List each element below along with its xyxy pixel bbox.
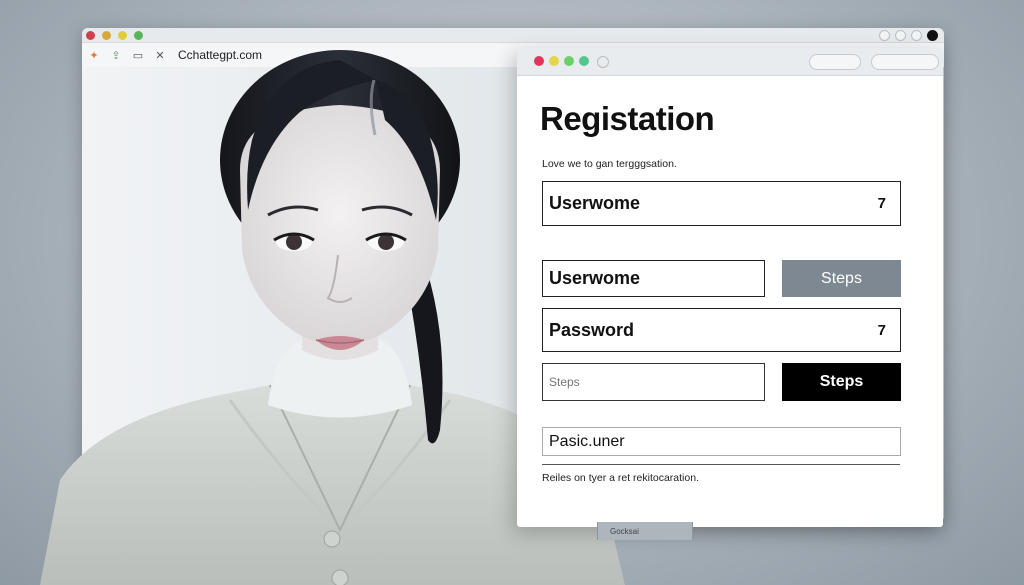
steps-button-black[interactable]: Steps bbox=[782, 363, 901, 401]
close-traffic-light[interactable] bbox=[534, 56, 544, 66]
steps-button-gray[interactable]: Steps bbox=[782, 260, 901, 297]
zoom-traffic-light[interactable] bbox=[118, 31, 127, 40]
bottom-tab-strip[interactable]: Gocksai bbox=[597, 522, 693, 540]
titlebar-pill-left[interactable] bbox=[809, 54, 861, 70]
minimize-traffic-light[interactable] bbox=[549, 56, 559, 66]
window-control-4[interactable] bbox=[927, 30, 938, 41]
page-title: Registation bbox=[540, 100, 715, 137]
divider bbox=[542, 464, 900, 465]
titlebar-pill-right[interactable] bbox=[871, 54, 939, 70]
extra-traffic-light-2[interactable] bbox=[597, 56, 609, 68]
minimize-traffic-light[interactable] bbox=[102, 31, 111, 40]
close-traffic-light[interactable] bbox=[86, 31, 95, 40]
registration-window: Registation Love we to gan tergggsation.… bbox=[517, 48, 943, 527]
footer-note: Reiles on tyer a ret rekitocaration. bbox=[542, 472, 699, 484]
browser-titlebar bbox=[82, 28, 944, 43]
steps-input[interactable] bbox=[542, 363, 765, 401]
password-field[interactable]: Password 7 bbox=[542, 308, 901, 352]
username-field-mark: 7 bbox=[877, 195, 886, 212]
window-control-1[interactable] bbox=[879, 30, 890, 41]
username-field-2[interactable]: Userwome bbox=[542, 260, 765, 297]
zoom-traffic-light[interactable] bbox=[564, 56, 574, 66]
password-field-mark: 7 bbox=[877, 321, 886, 339]
extra-traffic-light[interactable] bbox=[134, 31, 143, 40]
steps-button-gray-label: Steps bbox=[821, 269, 862, 287]
password-field-value: Password bbox=[549, 319, 635, 340]
window-control-2[interactable] bbox=[895, 30, 906, 41]
username-field[interactable]: Userwome 7 bbox=[542, 181, 901, 226]
username-field-value: Userwome bbox=[549, 193, 641, 213]
bottom-tab-label: Gocksai bbox=[610, 526, 639, 536]
username-field-2-value: Userwome bbox=[549, 268, 641, 288]
registration-titlebar bbox=[517, 48, 943, 76]
window-control-3[interactable] bbox=[911, 30, 922, 41]
basic-user-field[interactable]: Pasic.uner bbox=[542, 427, 901, 456]
subtitle: Love we to gan tergggsation. bbox=[542, 158, 677, 170]
window-controls bbox=[879, 30, 938, 41]
basic-user-field-value: Pasic.uner bbox=[549, 432, 625, 450]
steps-button-black-label: Steps bbox=[819, 373, 864, 390]
extra-traffic-light[interactable] bbox=[579, 56, 589, 66]
